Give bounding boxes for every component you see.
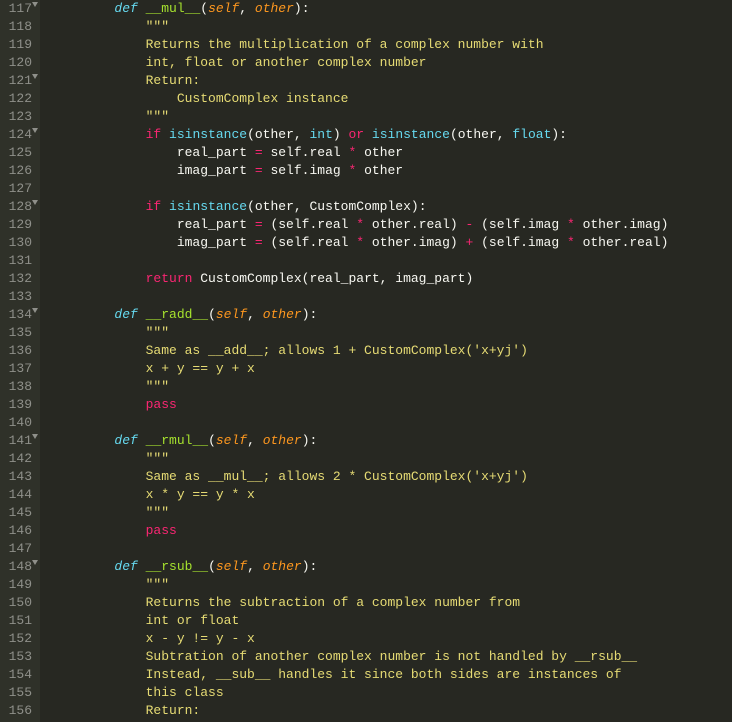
code-line: Returns the multiplication of a complex … [52, 36, 732, 54]
line-number: 135 [4, 324, 32, 342]
line-number: 147 [4, 540, 32, 558]
line-number: 156 [4, 702, 32, 720]
code-line: """ [52, 108, 732, 126]
line-number: 155 [4, 684, 32, 702]
code-line: CustomComplex instance [52, 90, 732, 108]
code-line: Return: [52, 72, 732, 90]
code-line [52, 540, 732, 558]
line-number: 126 [4, 162, 32, 180]
code-line [52, 288, 732, 306]
fold-marker-icon[interactable] [32, 2, 38, 7]
line-number: 127 [4, 180, 32, 198]
line-number: 139 [4, 396, 32, 414]
line-number: 144 [4, 486, 32, 504]
line-number: 125 [4, 144, 32, 162]
line-number: 148 [4, 558, 32, 576]
line-number: 140 [4, 414, 32, 432]
code-line: real_part = (self.real * other.real) - (… [52, 216, 732, 234]
code-line: """ [52, 450, 732, 468]
line-number: 145 [4, 504, 32, 522]
code-line: if isinstance(other, int) or isinstance(… [52, 126, 732, 144]
code-editor: 1171181191201211221231241251261271281291… [0, 0, 732, 722]
code-line: def __radd__(self, other): [52, 306, 732, 324]
code-line: imag_part = self.imag * other [52, 162, 732, 180]
code-line: return CustomComplex(real_part, imag_par… [52, 270, 732, 288]
code-line: def __mul__(self, other): [52, 0, 732, 18]
code-line: def __rmul__(self, other): [52, 432, 732, 450]
code-line: pass [52, 396, 732, 414]
fold-marker-icon[interactable] [32, 434, 38, 439]
code-line [52, 414, 732, 432]
code-line: """ [52, 324, 732, 342]
code-line: Same as __add__; allows 1 + CustomComple… [52, 342, 732, 360]
line-number: 119 [4, 36, 32, 54]
code-line: def __rsub__(self, other): [52, 558, 732, 576]
code-area[interactable]: def __mul__(self, other): """ Returns th… [40, 0, 732, 722]
code-line: real_part = self.real * other [52, 144, 732, 162]
line-number: 150 [4, 594, 32, 612]
line-number: 123 [4, 108, 32, 126]
code-line: Subtration of another complex number is … [52, 648, 732, 666]
line-number: 133 [4, 288, 32, 306]
code-line [52, 252, 732, 270]
line-number: 136 [4, 342, 32, 360]
line-number-gutter: 1171181191201211221231241251261271281291… [0, 0, 40, 722]
line-number: 117 [4, 0, 32, 18]
line-number: 153 [4, 648, 32, 666]
code-line: pass [52, 522, 732, 540]
code-line: imag_part = (self.real * other.imag) + (… [52, 234, 732, 252]
code-line: Return: [52, 702, 732, 720]
line-number: 152 [4, 630, 32, 648]
line-number: 130 [4, 234, 32, 252]
code-line: """ [52, 18, 732, 36]
line-number: 132 [4, 270, 32, 288]
code-line: this class [52, 684, 732, 702]
line-number: 142 [4, 450, 32, 468]
code-line: int, float or another complex number [52, 54, 732, 72]
line-number: 138 [4, 378, 32, 396]
code-line: """ [52, 576, 732, 594]
code-line: int or float [52, 612, 732, 630]
fold-marker-icon[interactable] [32, 308, 38, 313]
code-line: """ [52, 504, 732, 522]
line-number: 122 [4, 90, 32, 108]
line-number: 137 [4, 360, 32, 378]
line-number: 118 [4, 18, 32, 36]
fold-marker-icon[interactable] [32, 560, 38, 565]
code-line: if isinstance(other, CustomComplex): [52, 198, 732, 216]
line-number: 146 [4, 522, 32, 540]
line-number: 151 [4, 612, 32, 630]
code-line: x - y != y - x [52, 630, 732, 648]
fold-marker-icon[interactable] [32, 200, 38, 205]
line-number: 149 [4, 576, 32, 594]
code-line [52, 180, 732, 198]
fold-marker-icon[interactable] [32, 128, 38, 133]
line-number: 124 [4, 126, 32, 144]
line-number: 120 [4, 54, 32, 72]
line-number: 121 [4, 72, 32, 90]
line-number: 141 [4, 432, 32, 450]
line-number: 131 [4, 252, 32, 270]
code-line: x + y == y + x [52, 360, 732, 378]
code-line: """ [52, 378, 732, 396]
line-number: 154 [4, 666, 32, 684]
fold-marker-icon[interactable] [32, 74, 38, 79]
code-line: x * y == y * x [52, 486, 732, 504]
code-line: Same as __mul__; allows 2 * CustomComple… [52, 468, 732, 486]
line-number: 143 [4, 468, 32, 486]
line-number: 129 [4, 216, 32, 234]
line-number: 128 [4, 198, 32, 216]
code-line: Returns the subtraction of a complex num… [52, 594, 732, 612]
code-line: Instead, __sub__ handles it since both s… [52, 666, 732, 684]
line-number: 134 [4, 306, 32, 324]
